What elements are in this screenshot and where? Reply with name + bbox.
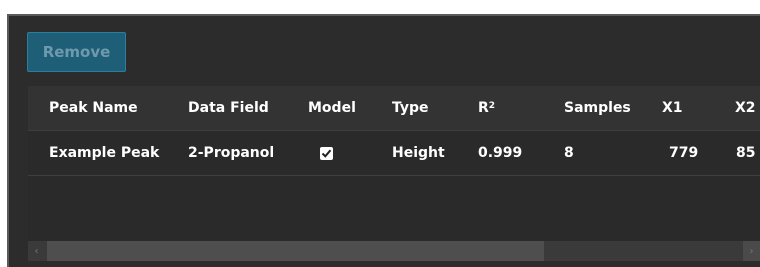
column-header-x1[interactable]: X1 bbox=[662, 86, 683, 130]
column-header-type[interactable]: Type bbox=[392, 86, 429, 130]
cell-peak-name: Example Peak bbox=[49, 145, 160, 161]
column-header-r2[interactable]: R2 bbox=[478, 86, 495, 130]
peak-grid: Peak Name Data Field Model Type R2 Sampl… bbox=[28, 86, 760, 261]
cell-data-field: 2-Propanol bbox=[188, 145, 275, 161]
peak-table-panel: Remove Peak Name Data Field Model Type R… bbox=[7, 14, 760, 267]
scrollbar-thumb[interactable] bbox=[47, 241, 544, 261]
column-header-model[interactable]: Model bbox=[308, 86, 356, 130]
cell-x2: 85 bbox=[736, 145, 756, 161]
cell-samples: 8 bbox=[564, 145, 574, 161]
r2-label: R bbox=[478, 100, 489, 116]
cell-model bbox=[320, 131, 333, 175]
column-header-samples[interactable]: Samples bbox=[564, 86, 631, 130]
remove-button[interactable]: Remove bbox=[27, 32, 126, 72]
cell-x1: 779 bbox=[669, 145, 699, 161]
cell-type: Height bbox=[392, 145, 445, 161]
cell-r2: 0.999 bbox=[478, 145, 523, 161]
column-header-peak-name[interactable]: Peak Name bbox=[49, 86, 138, 130]
table-header-row: Peak Name Data Field Model Type R2 Sampl… bbox=[28, 86, 760, 131]
chevron-left-icon[interactable]: ‹ bbox=[28, 241, 45, 261]
r2-superscript: 2 bbox=[488, 101, 496, 111]
column-header-x2[interactable]: X2 bbox=[735, 86, 756, 130]
table-row[interactable]: Example Peak 2-Propanol Height 0.999 8 7… bbox=[28, 131, 760, 176]
column-header-data-field[interactable]: Data Field bbox=[188, 86, 269, 130]
checkmark-icon bbox=[321, 149, 332, 158]
model-checkbox[interactable] bbox=[320, 146, 333, 160]
horizontal-scrollbar[interactable]: ‹ › bbox=[28, 241, 760, 261]
chevron-right-icon[interactable]: › bbox=[743, 241, 760, 261]
